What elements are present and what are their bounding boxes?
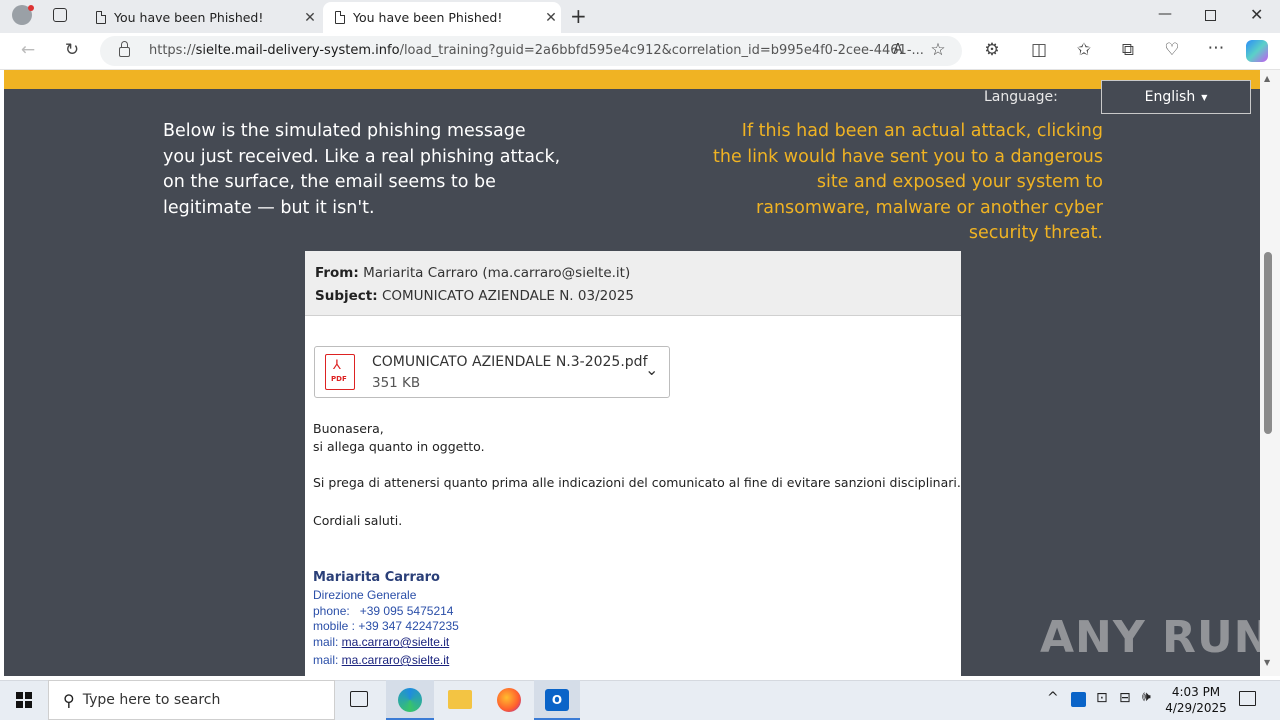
closing: Cordiali saluti. <box>313 513 403 528</box>
tab-1[interactable]: You have been Phished! ✕ <box>84 2 320 33</box>
file-explorer-icon[interactable] <box>448 690 472 709</box>
email-header: From: Mariarita Carraro (ma.carraro@siel… <box>305 251 961 316</box>
notification-dot <box>28 5 34 11</box>
from-row: From: Mariarita Carraro (ma.carraro@siel… <box>315 265 631 281</box>
language-select[interactable]: English ▼ <box>1101 80 1251 114</box>
scrollbar-thumb[interactable] <box>1264 252 1272 434</box>
start-windows-icon[interactable] <box>16 692 32 708</box>
split-screen-icon[interactable]: ◫ <box>1027 40 1051 60</box>
network-icon[interactable]: ⊟ <box>1119 690 1131 706</box>
tab-close-icon[interactable]: ✕ <box>300 10 320 26</box>
body-line-2: Si prega di attenersi quanto prima alle … <box>313 475 961 490</box>
tab-title: You have been Phished! <box>114 10 264 25</box>
body-line-1: si allega quanto in oggetto. <box>313 439 485 454</box>
outlook-app-icon[interactable]: O <box>534 680 580 720</box>
restore-icon[interactable] <box>1205 10 1216 21</box>
firefox-icon[interactable] <box>497 688 521 712</box>
intro-text-left: Below is the simulated phishing message … <box>163 121 561 218</box>
tray-chevron-up-icon[interactable]: ^ <box>1047 690 1059 706</box>
collections-icon[interactable]: ⧉ <box>1116 40 1140 60</box>
volume-icon[interactable]: 🕪 <box>1142 689 1151 705</box>
clock-date: 4/29/2025 <box>1165 701 1227 715</box>
header-bar <box>4 70 1260 89</box>
page-icon <box>96 11 106 24</box>
reload-icon[interactable]: ↻ <box>60 40 84 60</box>
browser-essentials-icon[interactable]: ♡ <box>1160 40 1184 60</box>
tray-outlook-icon[interactable] <box>1071 692 1086 707</box>
lock-shackle <box>121 41 128 48</box>
url-text[interactable]: https://sielte.mail-delivery-system.info… <box>149 43 924 58</box>
edge-app-icon[interactable] <box>386 680 434 720</box>
mail-link[interactable]: ma.carraro@sielte.it <box>342 653 450 667</box>
more-menu-icon[interactable]: ⋯ <box>1204 38 1228 58</box>
signature-mail-2: mail: ma.carraro@sielte.it <box>313 653 450 667</box>
scroll-up-icon[interactable]: ▲ <box>1264 74 1270 83</box>
signature-name: Mariarita Carraro <box>313 570 440 585</box>
read-aloud-icon[interactable]: A <box>886 42 910 57</box>
email-preview: From: Mariarita Carraro (ma.carraro@siel… <box>305 251 961 676</box>
tab-actions-icon[interactable] <box>53 8 67 22</box>
subject-row: Subject: COMUNICATO AZIENDALE N. 03/2025 <box>315 288 634 304</box>
page-content: Language: English ▼ Below is the simulat… <box>4 70 1260 676</box>
task-view-icon[interactable] <box>350 691 368 707</box>
mail-link[interactable]: ma.carraro@sielte.it <box>342 635 450 649</box>
tab-close-icon[interactable]: ✕ <box>541 10 561 26</box>
clock-time: 4:03 PM <box>1171 685 1221 699</box>
extensions-icon[interactable]: ⚙ <box>980 40 1004 60</box>
language-label: Language: <box>984 89 1058 105</box>
tray-device-icon[interactable]: ⊡ <box>1096 690 1108 706</box>
signature-phone: phone: +39 095 5475214 <box>313 604 454 618</box>
lock-icon[interactable] <box>119 47 130 57</box>
window-close-icon[interactable]: ✕ <box>1250 5 1263 24</box>
greeting: Buonasera, <box>313 421 384 436</box>
copilot-icon[interactable] <box>1246 40 1268 62</box>
intro-text-right: If this had been an actual attack, click… <box>713 121 1103 243</box>
taskbar-clock[interactable]: 4:03 PM 4/29/2025 <box>1158 684 1234 716</box>
search-placeholder: Type here to search <box>82 692 221 708</box>
page-icon <box>335 11 345 24</box>
signature-mail-1: mail: ma.carraro@sielte.it <box>313 635 450 649</box>
signature-mobile: mobile : +39 347 42247235 <box>313 619 459 633</box>
favorites-icon[interactable]: ✩ <box>1072 40 1096 60</box>
pdf-glyph: ⅄ <box>333 358 341 373</box>
attachment-size: 351 KB <box>372 375 421 391</box>
chevron-down-icon[interactable]: ⌄ <box>645 360 658 379</box>
favorite-star-icon[interactable]: ☆ <box>926 40 950 60</box>
tab-title: You have been Phished! <box>353 10 503 25</box>
attachment-name: COMUNICATO AZIENDALE N.3-2025.pdf <box>372 354 648 370</box>
tab-2-active[interactable]: You have been Phished! ✕ <box>323 2 561 33</box>
minimize-icon[interactable]: — <box>1158 6 1172 22</box>
attachment-card[interactable]: ⅄ PDF COMUNICATO AZIENDALE N.3-2025.pdf … <box>314 346 670 398</box>
new-tab-icon[interactable]: + <box>570 4 587 28</box>
language-value: English <box>1144 89 1196 105</box>
search-icon: ⚲ <box>63 690 75 710</box>
watermark: ANY RUN <box>1040 612 1272 663</box>
back-icon[interactable]: ← <box>16 40 40 60</box>
signature-dept: Direzione Generale <box>313 588 417 602</box>
dropdown-caret-icon: ▼ <box>1201 92 1208 102</box>
pdf-icon: ⅄ PDF <box>325 354 355 390</box>
taskbar-search[interactable]: ⚲ Type here to search <box>48 680 335 720</box>
notifications-icon[interactable] <box>1239 691 1256 706</box>
scroll-down-icon[interactable]: ▼ <box>1264 658 1270 667</box>
